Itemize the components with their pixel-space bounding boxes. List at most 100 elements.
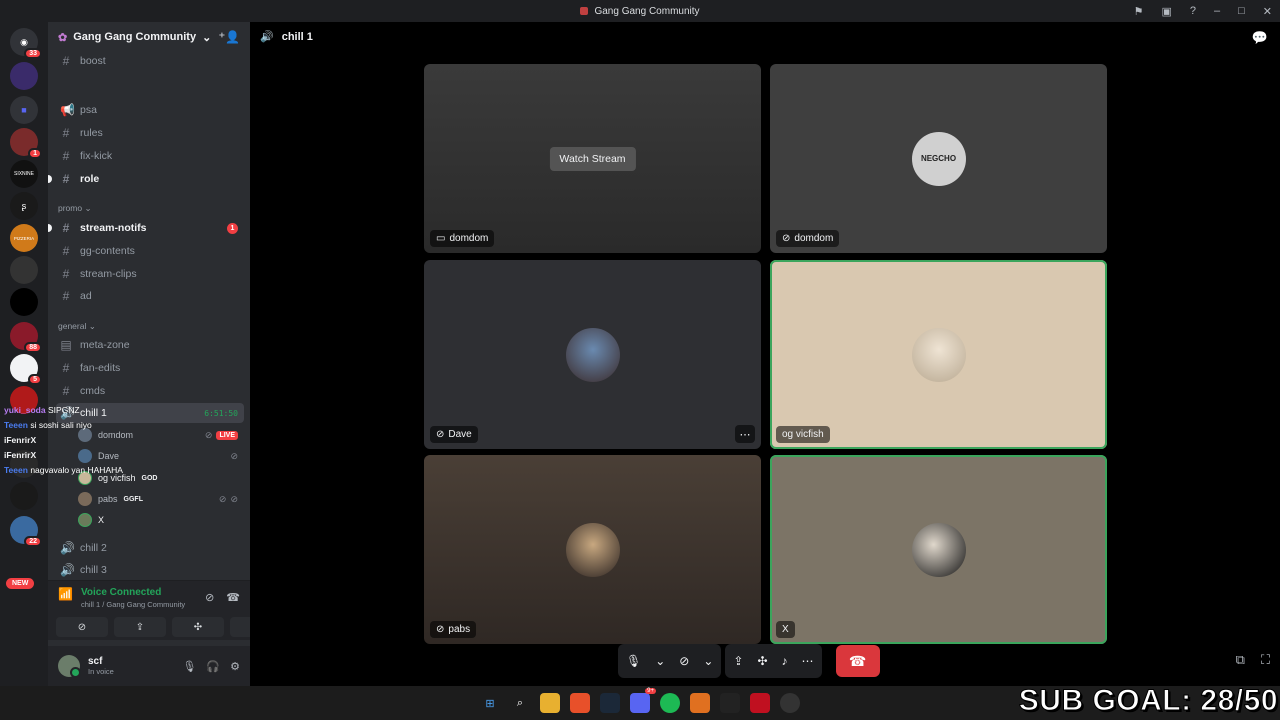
category-general[interactable]: general ⌄ [58,321,96,332]
channel-stream-notifs[interactable]: # stream-notifs 1 [48,218,244,238]
channel-boost[interactable]: # boost [56,51,244,71]
server-icon[interactable]: SIXNINE [10,160,38,188]
server-icon[interactable]: ◉ 33 [10,28,42,59]
channel-ad[interactable]: # ad [56,286,244,306]
voice-connected-panel: 📶 Voice Connected chill 1 / Gang Gang Co… [48,580,282,640]
close-button[interactable]: ✕ [1263,5,1272,18]
channel-meta-zone[interactable]: ▤ meta-zone [56,335,244,355]
chevron-down-icon[interactable]: ⌄ [703,654,713,668]
camera-off-button[interactable]: ⊘ [679,654,689,668]
speaker-icon: 🔊 [60,541,75,555]
inbox-icon[interactable]: ⚑ [1134,5,1144,18]
app-icon[interactable] [780,693,800,713]
gear-icon[interactable]: ⚙ [230,660,240,673]
server-icon[interactable]: ʂ [10,192,38,220]
channel-label: role [80,173,100,185]
channel-chill1[interactable]: 🔊 chill 1 6:51:50 [56,403,244,423]
search-icon[interactable]: ⌕ [510,693,530,713]
screen-icon[interactable]: ▣ [1161,5,1171,18]
channel-fan-edits[interactable]: # fan-edits [56,358,244,378]
windows-start-icon[interactable]: ⊞ [480,693,500,713]
user-tile-domdom[interactable]: NEGCHO ⊘ domdom [770,64,1107,253]
user-tile-pabs[interactable]: ⊘ pabs [424,455,761,644]
microphone-button[interactable]: 🎙 [626,654,641,668]
chat-bubble-icon[interactable]: 💬 [1252,30,1268,46]
noise-suppression-icon[interactable]: ⊘ [205,591,214,604]
voice-user-og-vicfish[interactable]: og vicfish GOD [78,468,238,488]
channel-fix-kick[interactable]: # fix-kick [56,146,244,166]
new-badge[interactable]: NEW [6,578,35,589]
user-tile-dave[interactable]: ⊘ Dave ⋯ [424,260,761,449]
watch-stream-button[interactable]: Watch Stream [549,146,636,171]
more-options-button[interactable]: ⋯ [802,654,814,668]
guild-header[interactable]: ✿ Gang Gang Community ⌄ ⁺👤 [48,22,250,52]
channel-chill2[interactable]: 🔊 chill 2 [56,538,244,558]
voice-user-name: og vicfish [98,473,136,483]
server-icon[interactable]: 88 [10,322,42,353]
channel-role[interactable]: # role [48,169,244,189]
role-tag: GOD [141,474,158,482]
more-options-button[interactable]: ⋯ [735,425,755,443]
soundboard-button[interactable]: ♪ [782,654,788,668]
channel-cmds[interactable]: # cmds [56,381,244,401]
invite-people-icon[interactable]: ⁺👤 [219,30,240,44]
disconnect-icon[interactable]: ☎ [226,591,240,604]
user-tile-og-vicfish[interactable]: og vicfish [770,260,1107,449]
server-icon[interactable]: PIZZERIA [10,224,38,252]
user-info[interactable]: scf In voice [88,656,114,676]
server-icon[interactable]: 22 [10,516,42,547]
voice-user-pabs[interactable]: pabs GGFL ⊘ ⊘ [78,489,238,509]
screen-share-button[interactable]: ⇪ [114,617,166,637]
server-icon[interactable]: ■ [10,96,38,124]
category-promo[interactable]: promo ⌄ [58,203,92,214]
app-icon[interactable] [690,693,710,713]
channel-psa[interactable]: 📢 psa [56,100,244,120]
channel-chill3[interactable]: 🔊 chill 3 [56,560,244,580]
voice-user-domdom[interactable]: domdom ⊘ LIVE [78,425,238,445]
channel-gg-contents[interactable]: # gg-contents [56,241,244,261]
microphone-icon[interactable]: 🎙 [182,660,196,673]
voice-user-name: X [98,515,105,525]
stage-channel-name: chill 1 [281,30,313,43]
steam-icon[interactable] [600,693,620,713]
fullscreen-icon[interactable]: ⛶ [1261,652,1270,668]
terminal-icon[interactable] [720,693,740,713]
server-icon[interactable] [10,256,38,284]
maximize-button[interactable]: □ [1238,5,1245,17]
hash-icon: # [62,126,70,140]
activities-button[interactable]: ✣ [172,617,224,637]
brave-browser-icon[interactable] [570,693,590,713]
phone-hangup-icon: ☎ [848,652,867,669]
server-icon[interactable] [10,450,38,478]
discord-taskbar-icon[interactable]: 9+ [630,688,656,713]
voice-user-x[interactable]: X [78,510,238,530]
user-tile-x[interactable]: X [770,455,1107,644]
camera-button[interactable]: ⊘ [56,617,108,637]
minimize-button[interactable]: – [1214,5,1220,17]
channel-rules[interactable]: # rules [56,123,244,143]
file-explorer-icon[interactable] [540,693,560,713]
server-icon[interactable]: 5 [10,354,42,385]
spotify-icon[interactable] [660,693,680,713]
activities-button[interactable]: ✣ [757,654,767,668]
hang-up-button[interactable]: ☎ [835,645,880,677]
channel-stream-clips[interactable]: # stream-clips [56,264,244,284]
screen-share-button[interactable]: ⇪ [733,654,743,668]
voice-user-dave[interactable]: Dave ⊘ [78,446,238,466]
server-icon[interactable] [10,62,38,90]
headphones-icon[interactable]: 🎧 [206,660,220,673]
stream-tile-domdom[interactable]: Watch Stream ▭ domdom [424,64,761,253]
window-title-group: Gang Gang Community [580,6,700,17]
app-icon[interactable] [750,693,770,713]
screen-share-icon: ⇪ [135,621,145,633]
popout-icon[interactable]: ⧉ [1236,652,1245,668]
server-icon[interactable] [10,386,38,414]
server-icon[interactable]: 1 [10,128,42,159]
folder-icon: ■ [21,105,27,115]
help-icon[interactable]: ? [1190,5,1196,17]
server-icon[interactable] [10,288,38,316]
avatar[interactable] [58,655,81,678]
voice-status[interactable]: 📶 Voice Connected chill 1 / Gang Gang Co… [58,587,185,609]
chevron-down-icon[interactable]: ⌄ [655,654,665,668]
server-icon[interactable] [10,482,38,510]
